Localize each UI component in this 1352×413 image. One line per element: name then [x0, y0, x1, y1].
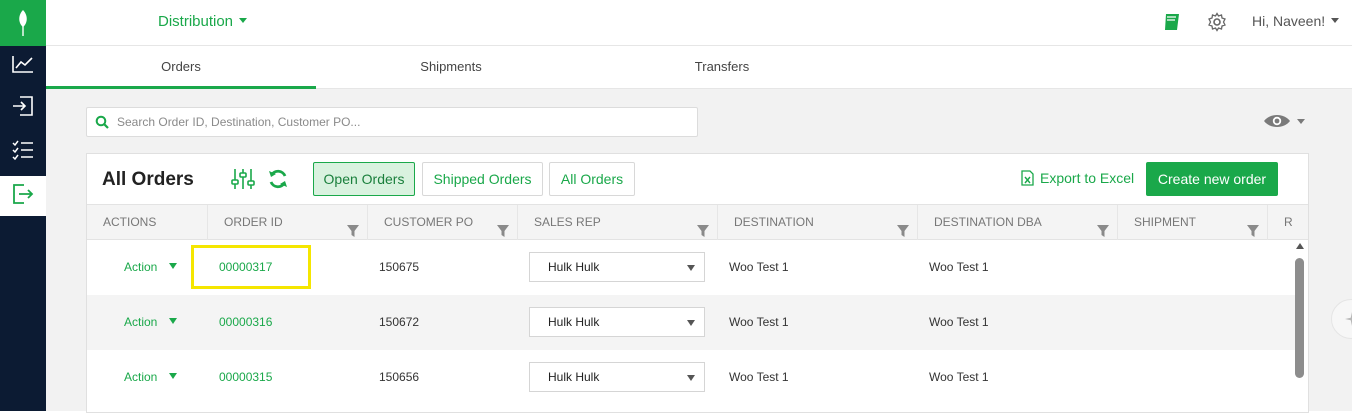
search-icon [95, 115, 109, 134]
caret-down-icon [687, 265, 695, 271]
sales-rep-select[interactable]: Hulk Hulk [529, 307, 705, 337]
column-header-destination-dba[interactable]: Destination DBA [918, 205, 1118, 240]
tab-orders[interactable]: Orders [46, 46, 316, 89]
column-header-truncated[interactable]: R [1268, 205, 1309, 240]
sparkle-icon [1344, 311, 1352, 332]
destination-dba-cell: Woo Test 1 [929, 295, 989, 350]
column-header-shipment[interactable]: Shipment [1118, 205, 1268, 240]
scroll-thumb[interactable] [1295, 258, 1304, 378]
export-to-excel-button[interactable]: Export to Excel [1021, 170, 1134, 189]
panel-title: All Orders [102, 169, 194, 191]
search-box [86, 107, 698, 137]
column-header-sales-rep[interactable]: Sales Rep [518, 205, 718, 240]
column-header-actions: Actions [87, 205, 208, 240]
vertical-scrollbar[interactable] [1294, 243, 1306, 413]
filter-shipped-orders-button[interactable]: Shipped Orders [422, 162, 543, 196]
filter-sliders-icon[interactable] [231, 168, 255, 195]
row-action-dropdown[interactable]: Action [124, 350, 177, 405]
eye-icon [1262, 118, 1306, 135]
chevron-down-icon [239, 18, 247, 23]
column-header-customer-po[interactable]: Customer PO [368, 205, 518, 240]
sidebar-item-receiving[interactable] [0, 88, 46, 128]
highlight-box [191, 245, 311, 289]
tab-bar: Orders Shipments Transfers [46, 46, 1352, 89]
sales-rep-select[interactable]: Hulk Hulk [529, 252, 705, 282]
sales-rep-select[interactable]: Hulk Hulk [529, 362, 705, 392]
column-header-order-id[interactable]: Order ID [208, 205, 368, 240]
module-switcher[interactable]: Distribution [158, 13, 247, 30]
row-action-dropdown[interactable]: Action [124, 240, 177, 295]
destination-cell: Woo Test 1 [729, 295, 789, 350]
user-menu[interactable]: Hi, Naveen! [1252, 13, 1339, 29]
caret-down-icon [687, 375, 695, 381]
search-input[interactable] [117, 108, 687, 136]
tab-transfers[interactable]: Transfers [587, 46, 857, 89]
destination-dba-cell: Woo Test 1 [929, 240, 989, 295]
gear-icon[interactable] [1207, 12, 1227, 37]
customer-po-cell: 150656 [379, 350, 419, 405]
filter-open-orders-button[interactable]: Open Orders [313, 162, 415, 196]
table-header: Actions Order ID Customer PO Sales Rep D… [87, 204, 1309, 240]
sidebar-item-distribution[interactable] [0, 176, 46, 216]
column-visibility-toggle[interactable] [1262, 111, 1306, 136]
module-name: Distribution [158, 13, 233, 30]
sidebar-item-tasks[interactable] [0, 132, 46, 172]
chevron-down-icon [1331, 18, 1339, 23]
main-content: All Orders Open Orders Shipped Orders Al… [46, 89, 1352, 411]
customer-po-cell: 150675 [379, 240, 419, 295]
user-greeting: Hi, Naveen! [1252, 13, 1325, 29]
caret-down-icon [687, 320, 695, 326]
line-chart-icon [12, 55, 34, 78]
caret-down-icon [169, 263, 177, 269]
caret-down-icon [169, 318, 177, 324]
destination-cell: Woo Test 1 [729, 240, 789, 295]
destination-cell: Woo Test 1 [729, 350, 789, 405]
tab-shipments[interactable]: Shipments [316, 46, 586, 89]
export-label: Export to Excel [1040, 170, 1134, 186]
orders-panel: All Orders Open Orders Shipped Orders Al… [86, 153, 1309, 413]
row-action-dropdown[interactable]: Action [124, 295, 177, 350]
checklist-icon [12, 140, 34, 165]
book-icon[interactable] [1162, 12, 1182, 37]
create-new-order-button[interactable]: Create new order [1146, 162, 1278, 196]
sidebar-item-analytics[interactable] [0, 46, 46, 86]
assistant-button[interactable] [1331, 299, 1352, 339]
leaf-logo-icon[interactable] [0, 0, 46, 46]
refresh-icon[interactable] [267, 168, 289, 195]
scroll-up-icon[interactable] [1296, 243, 1304, 249]
sign-out-icon [12, 184, 34, 209]
sidebar [0, 0, 46, 411]
excel-file-icon [1021, 170, 1034, 189]
table-row: Action 00000316 150672 Hulk Hulk Woo Tes… [87, 295, 1297, 350]
order-id-link[interactable]: 00000316 [219, 295, 272, 350]
customer-po-cell: 150672 [379, 295, 419, 350]
top-bar: Distribution Hi, Naveen! [46, 0, 1352, 46]
column-header-destination[interactable]: Destination [718, 205, 918, 240]
caret-down-icon [169, 373, 177, 379]
sign-in-icon [12, 96, 34, 121]
table-row: Action 00000315 150656 Hulk Hulk Woo Tes… [87, 350, 1297, 405]
filter-all-orders-button[interactable]: All Orders [549, 162, 635, 196]
destination-dba-cell: Woo Test 1 [929, 350, 989, 405]
order-id-link[interactable]: 00000315 [219, 350, 272, 405]
